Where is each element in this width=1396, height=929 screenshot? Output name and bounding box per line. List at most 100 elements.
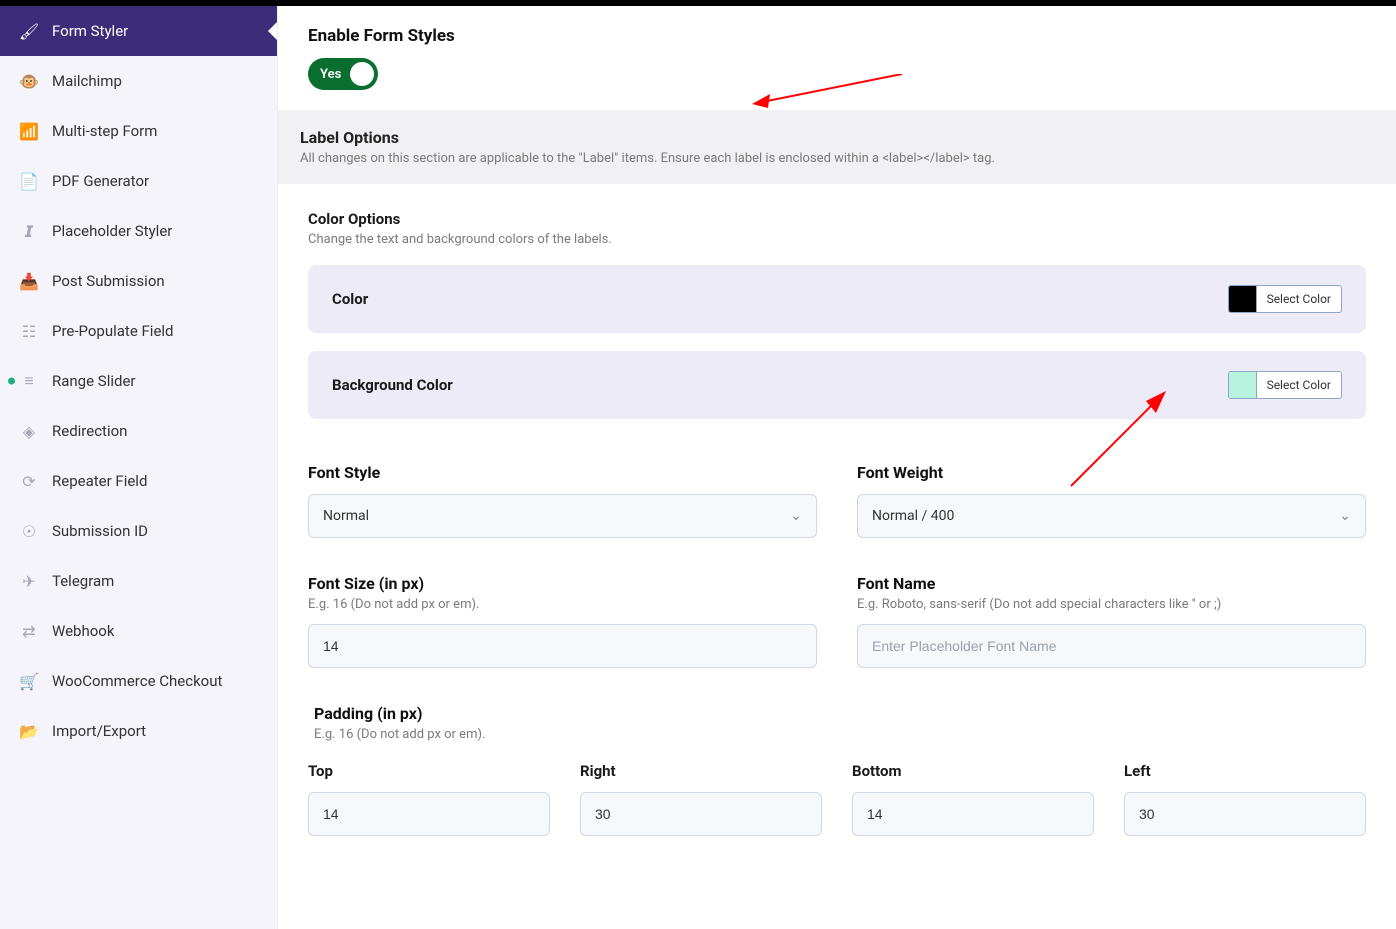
post-submission-icon: 📥 <box>20 272 38 290</box>
padding-top-input[interactable] <box>308 792 550 836</box>
sidebar-item-label: WooCommerce Checkout <box>52 672 257 690</box>
font-size-hint: E.g. 16 (Do not add px or em). <box>308 597 817 612</box>
font-style-label: Font Style <box>308 463 817 482</box>
sidebar-item-label: Repeater Field <box>52 472 257 490</box>
bg-color-label: Background Color <box>332 376 453 394</box>
sidebar-item-webhook[interactable]: ⇄ Webhook <box>0 606 277 656</box>
padding-right-field: Right <box>580 762 822 836</box>
padding-hint: E.g. 16 (Do not add px or em). <box>314 727 1366 742</box>
label-options-desc: All changes on this section are applicab… <box>300 151 1374 166</box>
padding-bottom-input[interactable] <box>852 792 1094 836</box>
sidebar-item-label: Multi-step Form <box>52 122 257 140</box>
webhook-icon: ⇄ <box>20 622 38 640</box>
bg-swatch-icon <box>1229 372 1257 398</box>
font-style-field: Font Style Normal ⌄ <box>308 463 817 538</box>
font-size-field: Font Size (in px) E.g. 16 (Do not add px… <box>308 574 817 668</box>
chevron-down-icon: ⌄ <box>790 508 802 524</box>
font-weight-field: Font Weight Normal / 400 ⌄ <box>857 463 1366 538</box>
color-options-title: Color Options <box>308 210 1366 228</box>
sidebar-item-telegram[interactable]: ✈ Telegram <box>0 556 277 606</box>
toggle-knob <box>350 62 374 86</box>
label-options-title: Label Options <box>300 128 1374 147</box>
padding-right-input[interactable] <box>580 792 822 836</box>
color-picker-bg[interactable]: Select Color <box>1228 371 1342 399</box>
font-name-field: Font Name E.g. Roboto, sans-serif (Do no… <box>857 574 1366 668</box>
mailchimp-icon: 🐵 <box>20 72 38 90</box>
toggle-label: Yes <box>320 67 341 82</box>
sidebar-item-repeater-field[interactable]: ⟳ Repeater Field <box>0 456 277 506</box>
font-name-input[interactable] <box>857 624 1366 668</box>
sidebar-item-label: Range Slider <box>52 372 257 390</box>
font-size-input[interactable] <box>308 624 817 668</box>
sidebar: 🖌 Form Styler 🐵 Mailchimp 📶 Multi-step Form 📄 P… <box>0 6 278 929</box>
sidebar-item-label: Submission ID <box>52 522 257 540</box>
sidebar-item-label: PDF Generator <box>52 172 257 190</box>
color-options-desc: Change the text and background colors of… <box>308 232 1366 247</box>
font-size-label: Font Size (in px) <box>308 574 817 593</box>
label-options-panel: Label Options All changes on this sectio… <box>278 110 1396 184</box>
sidebar-item-label: Telegram <box>52 572 257 590</box>
select-color-button[interactable]: Select Color <box>1257 286 1341 312</box>
padding-bottom-field: Bottom <box>852 762 1094 836</box>
sidebar-item-label: Mailchimp <box>52 72 257 90</box>
sidebar-item-mailchimp[interactable]: 🐵 Mailchimp <box>0 56 277 106</box>
font-weight-select[interactable]: Normal / 400 ⌄ <box>857 494 1366 538</box>
padding-left-field: Left <box>1124 762 1366 836</box>
sidebar-item-label: Webhook <box>52 622 257 640</box>
sidebar-item-post-submission[interactable]: 📥 Post Submission <box>0 256 277 306</box>
form-styler-icon: 🖌 <box>20 22 38 40</box>
placeholder-styler-icon: 𝙄 <box>20 222 38 240</box>
padding-bottom-label: Bottom <box>852 762 1094 780</box>
sidebar-item-pre-populate-field[interactable]: ☷ Pre-Populate Field <box>0 306 277 356</box>
font-weight-value: Normal / 400 <box>872 508 954 524</box>
font-name-label: Font Name <box>857 574 1366 593</box>
padding-left-label: Left <box>1124 762 1366 780</box>
sidebar-item-label: Placeholder Styler <box>52 222 257 240</box>
sidebar-item-woocommerce-checkout[interactable]: 🛒 WooCommerce Checkout <box>0 656 277 706</box>
enable-title: Enable Form Styles <box>308 26 1366 46</box>
chevron-down-icon: ⌄ <box>1339 508 1351 524</box>
padding-left-input[interactable] <box>1124 792 1366 836</box>
padding-top-field: Top <box>308 762 550 836</box>
sidebar-item-label: Redirection <box>52 422 257 440</box>
sidebar-item-multi-step-form[interactable]: 📶 Multi-step Form <box>0 106 277 156</box>
color-swatch-icon <box>1229 286 1257 312</box>
sidebar-item-form-styler[interactable]: 🖌 Form Styler <box>0 6 277 56</box>
sidebar-item-submission-id[interactable]: ☉ Submission ID <box>0 506 277 556</box>
redirection-icon: ◈ <box>20 422 38 440</box>
sidebar-item-redirection[interactable]: ◈ Redirection <box>0 406 277 456</box>
sidebar-item-label: Form Styler <box>52 22 257 40</box>
font-weight-label: Font Weight <box>857 463 1366 482</box>
font-name-hint: E.g. Roboto, sans-serif (Do not add spec… <box>857 597 1366 612</box>
enable-toggle[interactable]: Yes <box>308 58 378 90</box>
woocommerce-checkout-icon: 🛒 <box>20 672 38 690</box>
sidebar-item-placeholder-styler[interactable]: 𝙄 Placeholder Styler <box>0 206 277 256</box>
sidebar-item-label: Pre-Populate Field <box>52 322 257 340</box>
font-style-value: Normal <box>323 508 369 524</box>
sidebar-item-label: Import/Export <box>52 722 257 740</box>
multi-step-form-icon: 📶 <box>20 122 38 140</box>
annotation-arrow-icon <box>752 74 912 114</box>
content: Enable Form Styles Yes Label Options All… <box>278 6 1396 929</box>
pre-populate-field-icon: ☷ <box>20 322 38 340</box>
color-picker-text[interactable]: Select Color <box>1228 285 1342 313</box>
color-row-text: Color Select Color <box>308 265 1366 333</box>
import-export-icon: 📂 <box>20 722 38 740</box>
color-row-bg: Background Color Select Color <box>308 351 1366 419</box>
padding-title: Padding (in px) <box>314 704 1366 723</box>
padding-right-label: Right <box>580 762 822 780</box>
sidebar-item-range-slider[interactable]: ≡ Range Slider <box>0 356 277 406</box>
sidebar-item-label: Post Submission <box>52 272 257 290</box>
padding-top-label: Top <box>308 762 550 780</box>
font-style-select[interactable]: Normal ⌄ <box>308 494 817 538</box>
submission-id-icon: ☉ <box>20 522 38 540</box>
sidebar-item-pdf-generator[interactable]: 📄 PDF Generator <box>0 156 277 206</box>
repeater-field-icon: ⟳ <box>20 472 38 490</box>
active-dot-icon <box>8 378 15 385</box>
color-label: Color <box>332 290 368 308</box>
sidebar-item-import-export[interactable]: 📂 Import/Export <box>0 706 277 756</box>
range-slider-icon: ≡ <box>20 372 38 390</box>
select-bg-color-button[interactable]: Select Color <box>1257 372 1341 398</box>
telegram-icon: ✈ <box>20 572 38 590</box>
pdf-generator-icon: 📄 <box>20 172 38 190</box>
